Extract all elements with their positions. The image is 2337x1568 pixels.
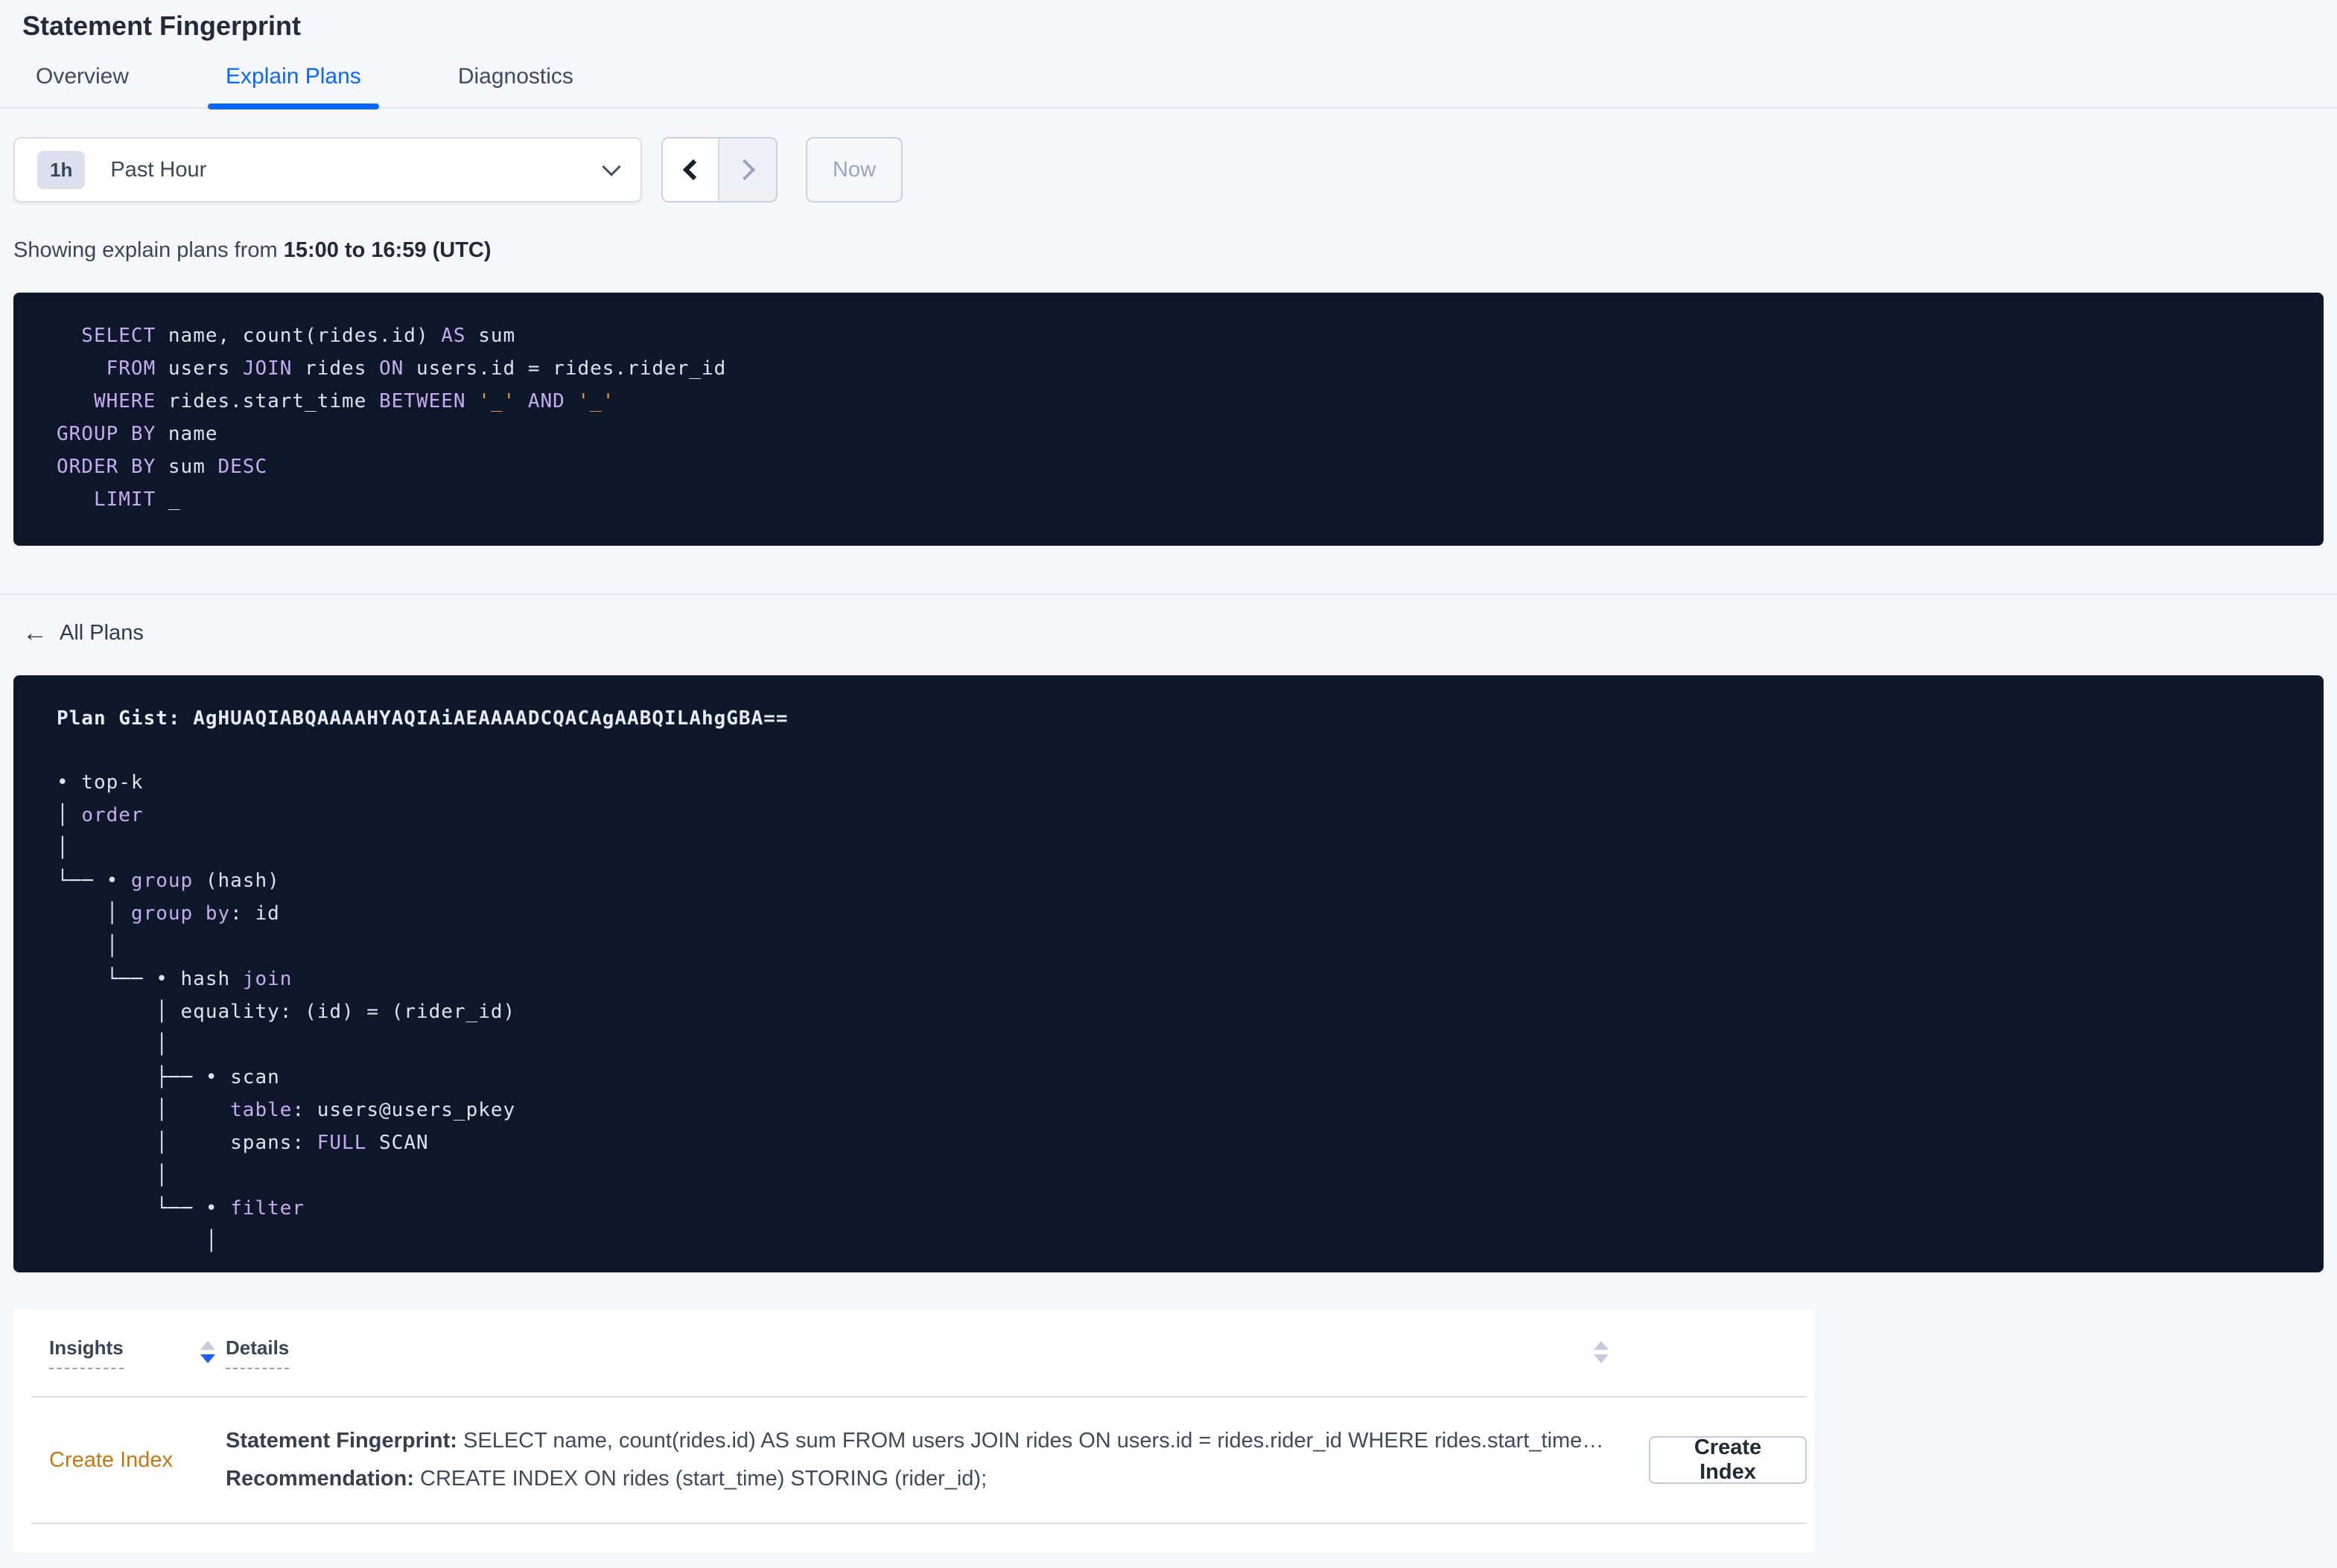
code-line: SELECT name, count(rides.id) AS sum (57, 325, 516, 347)
code-line: WHERE rides.start_time BETWEEN '_' AND '… (57, 390, 615, 412)
create-index-link[interactable]: Create Index (49, 1448, 173, 1472)
plan-gist-value: AgHUAQIABQAAAAHYAQIAiAEAAAADCQACAgAABQIL… (193, 707, 789, 730)
code-line: │ (57, 1230, 218, 1252)
code-line: │ (57, 837, 69, 859)
showing-prefix: Showing explain plans from (13, 238, 284, 262)
previous-interval-button[interactable] (663, 138, 719, 201)
code-line: FROM users JOIN rides ON users.id = ride… (57, 357, 727, 380)
code-line: │ spans: FULL SCAN (57, 1132, 429, 1154)
insight-cell: Create Index (49, 1448, 226, 1473)
table-row: Create Index Statement Fingerprint: SELE… (31, 1398, 1807, 1524)
now-button[interactable]: Now (806, 137, 903, 203)
insights-header-label[interactable]: Insights (49, 1336, 124, 1369)
recommendation-label: Recommendation: (226, 1467, 414, 1491)
code-line: │ order (57, 804, 144, 826)
code-line: └── • filter (57, 1197, 305, 1220)
statement-fingerprint-line: Statement Fingerprint: SELECT name, coun… (226, 1429, 1609, 1453)
recommendation-line: Recommendation: CREATE INDEX ON rides (s… (226, 1467, 1609, 1491)
action-cell: Create Index (1649, 1435, 1807, 1484)
tab-bar: Overview Explain Plans Diagnostics (0, 64, 2337, 109)
insights-card: Insights Details Create Index Statement … (13, 1310, 1814, 1552)
code-line: │ table: users@users_pkey (57, 1099, 516, 1121)
sort-descending-icon (200, 1354, 215, 1363)
code-line: └── • group (hash) (57, 870, 280, 892)
insights-column-header: Insights (49, 1336, 226, 1369)
details-sort-control[interactable] (1594, 1341, 1609, 1363)
details-cell: Statement Fingerprint: SELECT name, coun… (226, 1429, 1649, 1491)
code-line: │ (57, 1033, 168, 1056)
code-line: │ (57, 935, 119, 957)
section-divider (0, 593, 2337, 595)
tab-overview[interactable]: Overview (18, 64, 147, 107)
code-line: • top-k (57, 771, 144, 794)
sort-descending-icon (1594, 1354, 1609, 1363)
statement-fingerprint-label: Statement Fingerprint: (226, 1429, 457, 1453)
insights-table-header: Insights Details (31, 1310, 1807, 1398)
details-column-header: Details (226, 1336, 1609, 1369)
code-line: │ group by: id (57, 902, 280, 925)
time-range-label: Past Hour (110, 157, 207, 182)
recommendation-text: CREATE INDEX ON rides (start_time) STORI… (413, 1467, 988, 1491)
chevron-left-icon (682, 159, 705, 181)
all-plans-link[interactable]: ← All Plans (22, 620, 144, 646)
sort-ascending-icon (200, 1341, 215, 1350)
create-index-button[interactable]: Create Index (1649, 1435, 1807, 1484)
plan-gist-line: Plan Gist: AgHUAQIABQAAAAHYAQIAiAEAAAADC… (57, 702, 2294, 735)
code-line: ORDER BY sum DESC (57, 456, 268, 478)
next-interval-button[interactable] (719, 138, 776, 201)
code-line: └── • hash join (57, 968, 293, 990)
time-nav-group (661, 137, 778, 203)
code-line: GROUP BY name (57, 423, 218, 445)
time-range-badge: 1h (37, 150, 86, 189)
time-controls: 1h Past Hour Now (13, 137, 2324, 203)
details-header-label[interactable]: Details (226, 1336, 290, 1369)
plan-gist-label: Plan Gist: (57, 707, 194, 730)
chevron-right-icon (734, 159, 756, 181)
chevron-down-icon (602, 157, 621, 176)
plan-tree: • top-k │ order │ └── • group (hash) │ grou… (57, 766, 2294, 1258)
tab-explain-plans[interactable]: Explain Plans (208, 64, 379, 109)
sort-ascending-icon (1594, 1341, 1609, 1350)
showing-range: 15:00 to 16:59 (UTC) (283, 238, 492, 262)
code-line: LIMIT _ (57, 488, 181, 511)
plan-gist-block: Plan Gist: AgHUAQIABQAAAAHYAQIAiAEAAAADC… (13, 675, 2324, 1272)
sql-statement-block: SELECT name, count(rides.id) AS sum FROM… (13, 293, 2324, 546)
page-title: Statement Fingerprint (22, 10, 302, 41)
tab-diagnostics[interactable]: Diagnostics (440, 64, 591, 107)
code-line: │ equality: (id) = (rider_id) (57, 1001, 516, 1023)
insights-sort-control[interactable] (200, 1341, 215, 1363)
code-line: │ (57, 1164, 168, 1187)
all-plans-label: All Plans (60, 620, 144, 645)
code-line: ├── • scan (57, 1066, 280, 1089)
statement-fingerprint-text: SELECT name, count(rides.id) AS sum FROM… (463, 1429, 1609, 1453)
time-range-select[interactable]: 1h Past Hour (13, 137, 642, 203)
showing-range-text: Showing explain plans from 15:00 to 16:5… (13, 238, 2324, 263)
back-arrow-icon: ← (22, 619, 48, 647)
